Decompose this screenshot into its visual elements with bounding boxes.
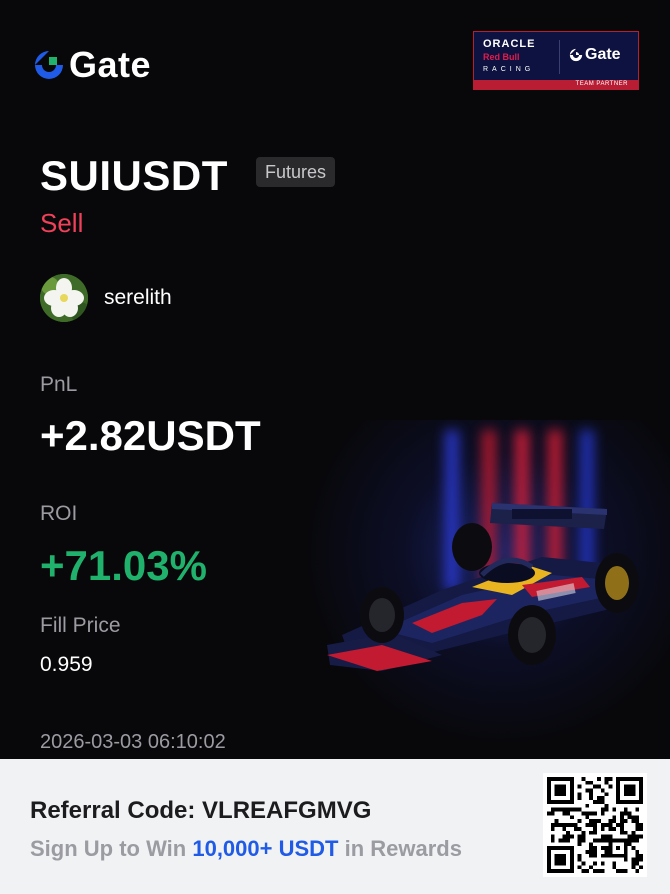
market-tag: Futures bbox=[256, 157, 336, 187]
fill-price-value: 0.959 bbox=[40, 653, 93, 676]
roi-label: ROI bbox=[40, 502, 78, 525]
referral-code: Referral Code: VLREAFGMVG bbox=[30, 797, 372, 824]
username: serelith bbox=[104, 286, 172, 309]
partner-gate-text: Gate bbox=[585, 46, 621, 63]
qr-code[interactable] bbox=[543, 773, 647, 877]
signup-reward: 10,000+ USDT bbox=[192, 836, 339, 861]
partner-divider bbox=[559, 40, 560, 74]
signup-prefix: Sign Up to Win bbox=[30, 836, 187, 861]
timestamp: 2026-03-03 06:10:02 bbox=[40, 731, 226, 753]
qr-code-graphic bbox=[547, 777, 643, 873]
roi-value: +71.03% bbox=[40, 542, 207, 589]
avatar bbox=[40, 274, 88, 322]
pnl-label: PnL bbox=[40, 373, 78, 396]
gate-logo: Gate bbox=[33, 44, 151, 86]
partner-redbull: Red Bull bbox=[483, 52, 520, 62]
share-card: Gate ORACLE Red Bull RACING Gate TEAM PA… bbox=[0, 0, 670, 894]
signup-promo: Sign Up to Win 10,000+ USDT in Rewards bbox=[30, 836, 462, 862]
partner-racing: RACING bbox=[483, 66, 535, 73]
partner-gate: Gate bbox=[569, 46, 621, 64]
gate-logo-icon bbox=[569, 48, 583, 62]
trade-side: Sell bbox=[40, 208, 84, 238]
partner-oracle: ORACLE bbox=[483, 38, 536, 50]
trading-pair: SUIUSDT bbox=[40, 152, 228, 199]
fill-price-label: Fill Price bbox=[40, 614, 121, 637]
gate-logo-icon bbox=[35, 51, 63, 79]
f1-car-illustration bbox=[327, 503, 639, 671]
logo-text: Gate bbox=[69, 44, 152, 85]
pnl-value: +2.82USDT bbox=[40, 412, 261, 459]
partner-strip: TEAM PARTNER bbox=[474, 80, 638, 89]
team-partner-badge: ORACLE Red Bull RACING Gate TEAM PARTNER bbox=[473, 31, 639, 90]
signup-suffix: in Rewards bbox=[344, 836, 462, 861]
flower-avatar bbox=[40, 274, 88, 322]
